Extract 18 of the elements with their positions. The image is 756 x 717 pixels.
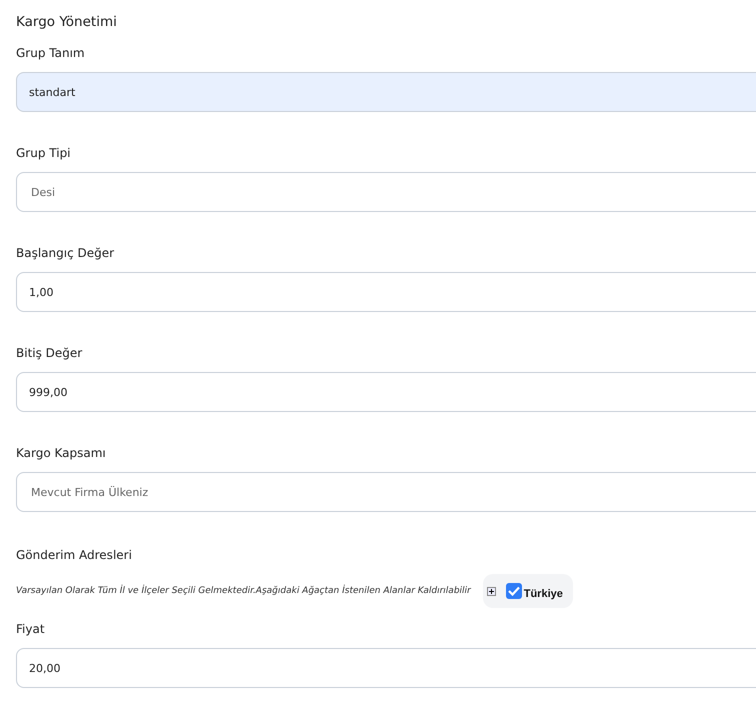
input-field[interactable]: standart bbox=[16, 72, 756, 112]
field-label: Grup Tipi bbox=[16, 146, 72, 160]
field-label: Kargo Kapsamı bbox=[16, 446, 107, 460]
checkbox[interactable] bbox=[506, 583, 522, 599]
field-label: Bitiş Değer bbox=[16, 346, 84, 360]
page-title: Kargo Yönetimi bbox=[16, 14, 118, 32]
field-label: Başlangıç Değer bbox=[16, 246, 116, 260]
select-field[interactable]: Mevcut Firma Ülkeniz bbox=[16, 472, 756, 512]
info-note: Varsayılan Olarak Tüm İl ve İlçeler Seçili Gelmektedir.Aşağıdaki Ağaçtan İstenilen Alanlar Kaldırılabilir bbox=[16, 586, 471, 596]
field-label: Fiyat bbox=[16, 622, 46, 636]
section-label: Gönderim Adresleri bbox=[16, 548, 133, 562]
input-field[interactable]: 20,00 bbox=[16, 648, 756, 688]
select-field[interactable]: Desi bbox=[16, 172, 756, 212]
expand-icon[interactable] bbox=[486, 586, 496, 596]
input-field[interactable]: 1,00 bbox=[16, 272, 756, 312]
field-label: Grup Tanım bbox=[16, 46, 86, 60]
tree-item-label[interactable]: Türkiye bbox=[524, 588, 563, 600]
input-field[interactable]: 999,00 bbox=[16, 372, 756, 412]
